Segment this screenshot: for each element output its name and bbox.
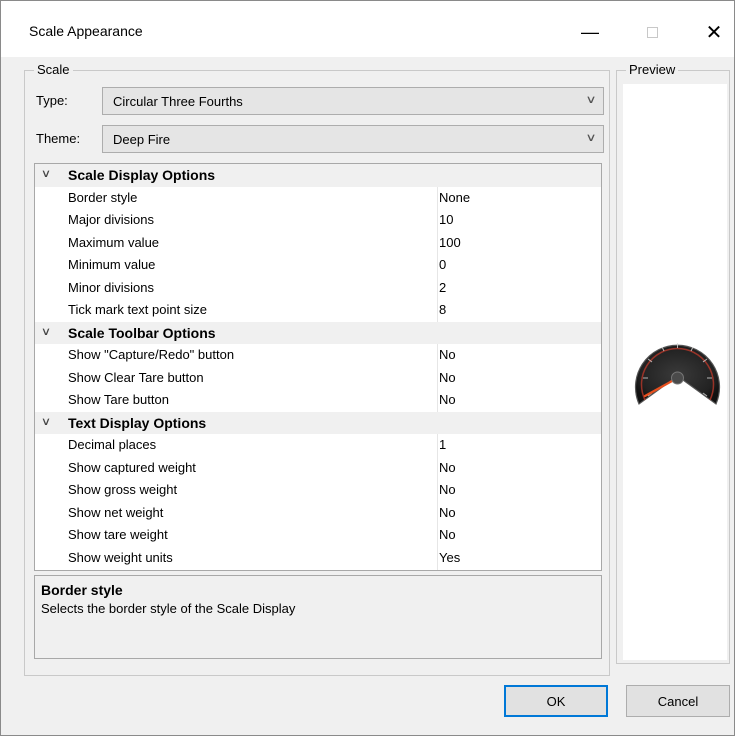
- category-scale-display-options[interactable]: ∨ Scale Display Options: [35, 164, 601, 187]
- property-value[interactable]: No: [439, 527, 456, 542]
- chevron-down-icon: ∨: [585, 132, 597, 144]
- category-label: Scale Display Options: [68, 167, 216, 183]
- property-name: Minimum value: [68, 257, 156, 272]
- property-name: Show Tare button: [68, 392, 169, 407]
- property-value[interactable]: 100: [439, 235, 461, 250]
- theme-dropdown[interactable]: Deep Fire ∨: [102, 125, 604, 153]
- type-label: Type:: [36, 93, 68, 108]
- property-name: Border style: [68, 189, 138, 205]
- property-name: Decimal places: [68, 437, 157, 452]
- property-row-maximum-value[interactable]: Maximum value 100: [35, 232, 601, 255]
- property-row-show-weight-units[interactable]: Show weight units Yes: [35, 547, 601, 570]
- property-value[interactable]: 10: [439, 212, 453, 227]
- category-label: Text Display Options: [68, 414, 207, 431]
- cancel-button[interactable]: Cancel: [626, 685, 730, 717]
- property-name: Show "Capture/Redo" button: [68, 347, 235, 362]
- property-value[interactable]: 2: [439, 280, 446, 295]
- property-value[interactable]: 0: [439, 257, 446, 272]
- close-icon: ✕: [705, 21, 723, 44]
- property-name: Major divisions: [68, 212, 154, 227]
- type-dropdown-value: Circular Three Fourths: [113, 94, 243, 109]
- scale-group-label: Scale: [34, 62, 73, 77]
- title-bar[interactable]: Scale Appearance — ✕: [1, 1, 734, 57]
- gauge-preview-icon: [634, 343, 721, 405]
- property-row-show-gross-weight[interactable]: Show gross weight No: [35, 479, 601, 502]
- maximize-icon: [646, 26, 658, 38]
- property-row-tick-mark-text-point-size[interactable]: Tick mark text point size 8: [35, 299, 601, 322]
- property-name: Show gross weight: [68, 482, 178, 497]
- maximize-button[interactable]: [629, 9, 675, 55]
- property-grid[interactable]: ∨ Scale Display Options Border style Non…: [34, 163, 602, 571]
- property-value[interactable]: No: [439, 505, 456, 520]
- category-label: Scale Toolbar Options: [68, 324, 216, 341]
- property-row-minor-divisions[interactable]: Minor divisions 2: [35, 277, 601, 300]
- property-name: Maximum value: [68, 234, 160, 250]
- property-row-show-tare-weight[interactable]: Show tare weight No: [35, 524, 601, 547]
- property-row-show-capture-redo-button[interactable]: Show "Capture/Redo" button No: [35, 344, 601, 367]
- chevron-down-icon: ∨: [585, 94, 597, 106]
- property-row-border-style[interactable]: Border style None: [35, 187, 601, 210]
- property-row-major-divisions[interactable]: Major divisions 10: [35, 209, 601, 232]
- property-row-show-clear-tare-button[interactable]: Show Clear Tare button No: [35, 367, 601, 390]
- minimize-icon: —: [581, 21, 599, 42]
- property-value[interactable]: No: [439, 482, 456, 497]
- property-name: Show tare weight: [68, 527, 168, 542]
- property-value[interactable]: Yes: [439, 550, 460, 565]
- category-scale-toolbar-options[interactable]: ∨ Scale Toolbar Options: [35, 321, 601, 344]
- property-name: Show net weight: [68, 504, 164, 520]
- gauge-hub: [671, 371, 684, 385]
- property-row-show-net-weight[interactable]: Show net weight No: [35, 502, 601, 525]
- property-name: Show weight units: [68, 549, 173, 565]
- property-value[interactable]: 8: [439, 302, 446, 317]
- property-name: Tick mark text point size: [68, 302, 207, 317]
- property-name: Minor divisions: [68, 279, 154, 295]
- property-description-pane: Border style Selects the border style of…: [34, 575, 602, 659]
- category-text-display-options[interactable]: ∨ Text Display Options: [35, 411, 601, 434]
- property-row-decimal-places[interactable]: Decimal places 1: [35, 434, 601, 457]
- collapse-chevron-icon[interactable]: ∨: [41, 167, 51, 180]
- property-name: Show captured weight: [68, 459, 196, 475]
- property-row-show-captured-weight[interactable]: Show captured weight No: [35, 457, 601, 480]
- property-row-show-tare-button[interactable]: Show Tare button No: [35, 389, 601, 412]
- minimize-button[interactable]: —: [567, 9, 613, 55]
- ok-button[interactable]: OK: [504, 685, 608, 717]
- property-value[interactable]: No: [439, 370, 456, 385]
- close-button[interactable]: ✕: [691, 9, 735, 55]
- property-value[interactable]: No: [439, 392, 456, 407]
- theme-dropdown-value: Deep Fire: [113, 132, 171, 147]
- description-text: Selects the border style of the Scale Di…: [41, 601, 296, 616]
- collapse-chevron-icon[interactable]: ∨: [41, 325, 51, 338]
- property-value[interactable]: No: [439, 460, 456, 475]
- property-value[interactable]: No: [439, 347, 456, 362]
- preview-group-label: Preview: [626, 62, 679, 77]
- description-title: Border style: [41, 582, 123, 598]
- window-title: Scale Appearance: [29, 23, 143, 39]
- theme-label: Theme:: [36, 131, 81, 146]
- property-value[interactable]: 1: [439, 437, 446, 452]
- property-row-minimum-value[interactable]: Minimum value 0: [35, 254, 601, 277]
- property-value[interactable]: None: [439, 190, 470, 205]
- type-dropdown[interactable]: Circular Three Fourths ∨: [102, 87, 604, 115]
- property-name: Show Clear Tare button: [68, 369, 204, 385]
- collapse-chevron-icon[interactable]: ∨: [41, 415, 51, 428]
